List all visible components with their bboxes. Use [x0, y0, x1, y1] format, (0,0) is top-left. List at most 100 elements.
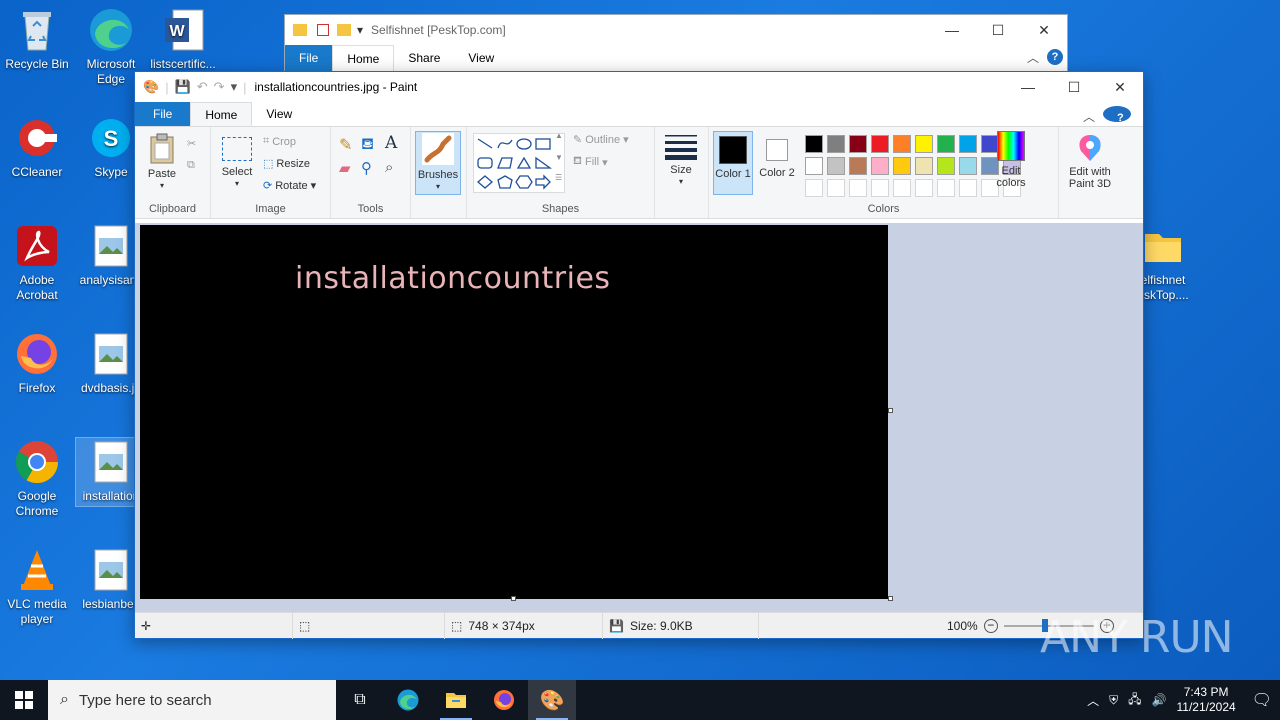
desktop-icon-listscertific[interactable]: W listscertific...	[148, 6, 218, 72]
taskbar-file-explorer[interactable]	[432, 680, 480, 720]
color-picker-icon[interactable]: ⚲	[361, 159, 372, 177]
volume-icon[interactable]: 🔊	[1152, 693, 1167, 707]
color-swatch[interactable]	[893, 157, 911, 175]
crop-button[interactable]: ⌗ Crop	[263, 135, 296, 148]
security-icon[interactable]: ⛨	[1109, 693, 1118, 708]
color-swatch[interactable]	[937, 157, 955, 175]
resize-button[interactable]: ⬚ Resize	[263, 157, 310, 171]
color-swatch[interactable]	[805, 157, 823, 175]
color2-button[interactable]: Color 2	[757, 131, 797, 179]
copy-icon[interactable]: ⧉	[187, 159, 195, 172]
undo-icon[interactable]: ↶	[197, 79, 208, 95]
color-swatch[interactable]	[915, 135, 933, 153]
taskbar-paint[interactable]: 🎨	[528, 680, 576, 720]
color-swatch[interactable]	[871, 157, 889, 175]
shapes-gallery[interactable]	[473, 133, 565, 193]
color-swatch[interactable]	[959, 157, 977, 175]
paint-window[interactable]: 🎨 | 💾 ↶ ↷ ▾ | installationcountries.jpg …	[134, 71, 1144, 639]
redo-icon[interactable]: ↷	[214, 79, 225, 95]
resize-handle-right[interactable]	[888, 408, 893, 413]
cut-icon[interactable]: ✂	[187, 137, 196, 150]
shapes-more-icon[interactable]: ☰	[555, 173, 562, 182]
explorer-tab-view[interactable]: View	[454, 45, 508, 71]
edit-colors-button[interactable]: Edit colors	[993, 131, 1029, 189]
notifications-icon[interactable]: 🗨	[1252, 690, 1272, 710]
desktop-icon-recycle-bin[interactable]: Recycle Bin	[2, 6, 72, 72]
taskbar-edge[interactable]	[384, 680, 432, 720]
custom-color-slot[interactable]	[805, 179, 823, 197]
taskbar-search-box[interactable]: ⌕ Type here to search	[48, 680, 336, 720]
minimize-icon[interactable]: —	[1005, 72, 1051, 102]
customize-toolbar-icon[interactable]: ▾	[231, 79, 238, 95]
color-swatch[interactable]	[893, 135, 911, 153]
explorer-window[interactable]: ▾ Selfishnet [PeskTop.com] — ☐ ✕ File Ho…	[284, 14, 1068, 74]
shapes-scroll-up-icon[interactable]: ▲	[555, 131, 563, 140]
custom-color-slot[interactable]	[871, 179, 889, 197]
color-swatch[interactable]	[915, 157, 933, 175]
checkbox-icon[interactable]	[317, 24, 329, 36]
network-icon[interactable]: 🖧	[1128, 690, 1141, 711]
fill-bucket-icon[interactable]: ⛾	[361, 135, 374, 155]
paint-tab-view[interactable]: View	[252, 102, 306, 126]
select-button[interactable]: Select ▾	[219, 137, 255, 190]
dropdown-arrow-icon[interactable]: ▾	[357, 23, 363, 37]
color-swatch[interactable]	[849, 157, 867, 175]
maximize-icon[interactable]: ☐	[975, 15, 1021, 45]
custom-color-slot[interactable]	[937, 179, 955, 197]
resize-handle-corner[interactable]	[888, 596, 893, 601]
rotate-button[interactable]: ⟳ Rotate ▾	[263, 179, 316, 193]
chevron-up-icon[interactable]: ︿	[1027, 49, 1039, 66]
desktop-icon-chrome[interactable]: Google Chrome	[2, 438, 72, 519]
desktop-icon-adobe-acrobat[interactable]: Adobe Acrobat	[2, 222, 72, 303]
task-view-button[interactable]: ⧉	[336, 680, 384, 720]
explorer-tab-home[interactable]: Home	[332, 44, 395, 72]
explorer-tab-share[interactable]: Share	[394, 45, 454, 71]
color-swatch[interactable]	[827, 135, 845, 153]
outline-button[interactable]: ✎ Outline ▾	[573, 133, 629, 147]
custom-color-slot[interactable]	[893, 179, 911, 197]
paint-tab-home[interactable]: Home	[190, 102, 253, 126]
close-icon[interactable]: ✕	[1021, 15, 1067, 45]
resize-handle-bottom[interactable]	[511, 596, 516, 601]
brushes-button[interactable]: Brushes ▾	[415, 131, 461, 195]
image-canvas[interactable]: installationcountries	[140, 225, 888, 599]
paint-ribbon: Paste ▾ ✂ ⧉ Clipboard Select ▾ ⌗ Crop ⬚ Re…	[135, 126, 1143, 219]
clock[interactable]: 7:43 PM 11/21/2024	[1177, 685, 1236, 715]
desktop-icon-vlc[interactable]: VLC media player	[2, 546, 72, 627]
eraser-icon[interactable]: ▰	[339, 159, 351, 177]
save-icon[interactable]: 💾	[175, 79, 191, 95]
paste-button[interactable]: Paste ▾	[145, 133, 179, 192]
paint-tab-file[interactable]: File	[135, 102, 191, 126]
size-button[interactable]: Size ▾	[663, 133, 699, 188]
explorer-tab-file[interactable]: File	[285, 45, 333, 71]
help-icon[interactable]: ?	[1103, 106, 1131, 124]
start-button[interactable]	[0, 680, 48, 720]
fill-button[interactable]: ⛾ Fill ▾	[573, 155, 608, 169]
custom-color-slot[interactable]	[915, 179, 933, 197]
maximize-icon[interactable]: ☐	[1051, 72, 1097, 102]
shapes-scroll-down-icon[interactable]: ▼	[555, 153, 563, 162]
color-swatch[interactable]	[959, 135, 977, 153]
minimize-icon[interactable]: —	[929, 15, 975, 45]
text-tool-icon[interactable]: A	[385, 133, 397, 153]
pencil-icon[interactable]: ✎	[339, 135, 352, 155]
magnifier-icon[interactable]: ⌕	[385, 159, 393, 176]
edit-with-paint3d-button[interactable]: Edit with Paint 3D	[1063, 133, 1117, 190]
color-swatch[interactable]	[937, 135, 955, 153]
custom-color-slot[interactable]	[827, 179, 845, 197]
desktop-icon-ccleaner[interactable]: CCleaner	[2, 114, 72, 180]
close-icon[interactable]: ✕	[1097, 72, 1143, 102]
taskbar-firefox[interactable]	[480, 680, 528, 720]
desktop-icon-firefox[interactable]: Firefox	[2, 330, 72, 396]
color-swatch[interactable]	[805, 135, 823, 153]
system-tray: ︿ ⛨ 🖧 🔊 7:43 PM 11/21/2024 🗨	[1087, 680, 1280, 720]
color-swatch[interactable]	[849, 135, 867, 153]
color-swatch[interactable]	[827, 157, 845, 175]
color1-button[interactable]: Color 1	[713, 131, 753, 195]
color-swatch[interactable]	[871, 135, 889, 153]
custom-color-slot[interactable]	[959, 179, 977, 197]
zoom-out-icon[interactable]: −	[983, 619, 998, 633]
show-hidden-icons-icon[interactable]: ︿	[1087, 692, 1099, 709]
custom-color-slot[interactable]	[849, 179, 867, 197]
help-icon[interactable]: ?	[1047, 49, 1063, 65]
